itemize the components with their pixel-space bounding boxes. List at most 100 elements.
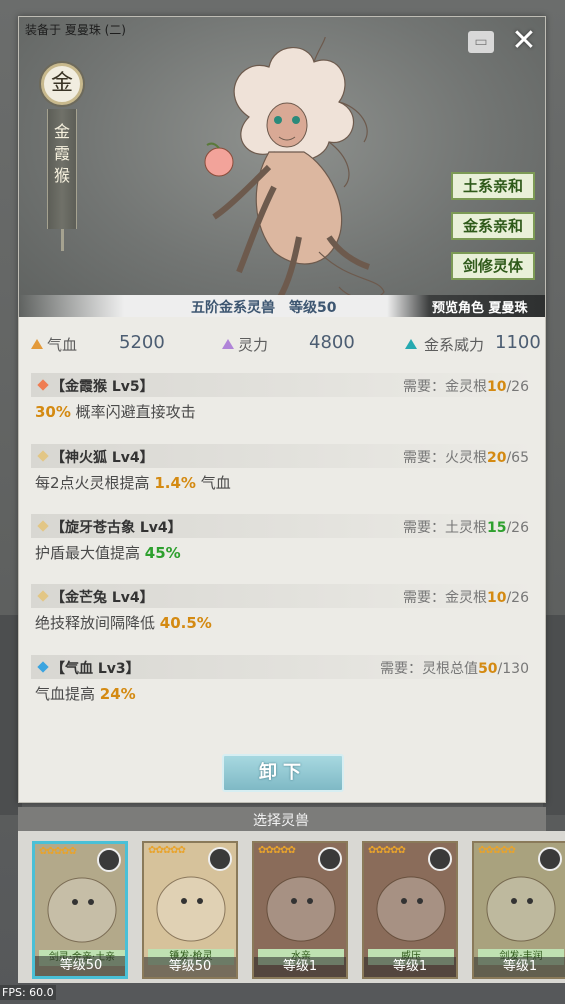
trait-diamond-icon (37, 379, 49, 391)
beast-card[interactable]: ✿✿✿✿✿威压等级1 (362, 841, 458, 979)
beast-portrait-icon (376, 876, 446, 942)
trait-requirement: 需要：灵根总值50/130 (380, 658, 529, 678)
metal-power-triangle-icon (405, 339, 417, 349)
trait-description: 绝技释放间隔降低 40.5% (35, 612, 212, 633)
trait-header: 【神火狐 Lv4】 需要：火灵根20/65 (31, 444, 535, 468)
trait-description: 每2点火灵根提高 1.4% 气血 (35, 472, 231, 493)
trait-name: 【神火狐 Lv4】 (51, 450, 154, 466)
trait-desc-text: 护盾最大值提高 (35, 544, 145, 562)
trait-diamond-icon (37, 450, 49, 462)
hp-triangle-icon (31, 339, 43, 349)
stat-label-spirit: 灵力 (238, 336, 269, 354)
select-beast-bar: 选择灵兽 (18, 807, 546, 831)
trait-desc-text: 绝技释放间隔降低 (35, 614, 160, 632)
trait-desc-value: 24% (99, 685, 136, 703)
trait-req-max: 26 (511, 520, 529, 536)
trait-req-current: 15 (486, 520, 507, 536)
stat-label-metal-power: 金系威力 (424, 336, 485, 354)
stat-value-hp: 5200 (119, 332, 165, 353)
trait-req-label: 需要： (402, 520, 445, 536)
trait-name: 【气血 Lv3】 (51, 661, 140, 677)
trait-diamond-icon (37, 590, 49, 602)
trait-header: 【金霞猴 Lv5】 需要：金灵根10/26 (31, 373, 535, 397)
trait-requirement: 需要：金灵根10/26 (403, 376, 529, 396)
star-rating-icon: ✿✿✿✿✿ (258, 845, 296, 856)
stat-value-metal-power: 1100 (495, 332, 541, 353)
star-rating-icon: ✿✿✿✿✿ (39, 846, 77, 857)
fps-counter: FPS: 60.0 (0, 985, 56, 1000)
trait-req-stat: 土灵根 (444, 520, 487, 536)
trait-req-current: 10 (486, 590, 507, 606)
trait-req-max: 26 (511, 590, 529, 606)
beast-portrait-icon (486, 876, 556, 942)
trait-requirement: 需要：金灵根10/26 (403, 587, 529, 607)
beast-portrait-icon (156, 876, 226, 942)
trait-req-current: 50 (478, 661, 498, 677)
affinity-metal-tag: 金系亲和 (451, 212, 535, 240)
trait-name: 【金霞猴 Lv5】 (51, 379, 154, 395)
trait-header: 【旋牙苍古象 Lv4】 需要：土灵根15/26 (31, 514, 535, 538)
trait-desc-text: 气血提高 (35, 685, 100, 703)
unequip-button[interactable]: 卸下 (222, 754, 344, 792)
beast-card[interactable]: ✿✿✿✿✿水亲等级1 (252, 841, 348, 979)
trait-requirement: 需要：土灵根15/26 (403, 517, 529, 537)
stats-row: 气血 5200 灵力 4800 金系威力 1100 (19, 327, 545, 363)
trait-desc-value: 1.4% (154, 474, 196, 492)
close-button[interactable]: ✕ (509, 25, 539, 57)
element-badge: 金 (41, 63, 83, 105)
star-rating-icon: ✿✿✿✿✿ (368, 845, 406, 856)
stat-label-hp: 气血 (47, 336, 78, 354)
beast-level: 等级1 (254, 957, 346, 977)
beast-detail-panel: 装备于 夏曼珠 (二) ▭ ✕ 金 金霞猴 土系亲和 金系亲和 剑修灵体 五阶金… (18, 16, 546, 803)
select-beast-title: 选择灵兽 (253, 813, 309, 829)
trait-req-current: 20 (486, 450, 507, 466)
trait-desc-value: 45% (144, 544, 181, 562)
trait-header: 【金芒兔 Lv4】 需要：金灵根10/26 (31, 584, 535, 608)
trait-req-max: 65 (511, 450, 529, 466)
star-rating-icon: ✿✿✿✿✿ (148, 845, 186, 856)
trait-desc-suffix: 概率闪避直接攻击 (70, 403, 196, 421)
spirit-triangle-icon (222, 339, 234, 349)
affinity-sword-tag: 剑修灵体 (451, 252, 535, 280)
trait-desc-text: 每2点火灵根提高 (35, 474, 155, 492)
beast-name-banner: 金霞猴 (47, 109, 77, 251)
beast-level: 等级1 (474, 957, 565, 977)
beast-card[interactable]: ✿✿✿✿✿锤发·枪灵等级50 (142, 841, 238, 979)
equipped-on-label: 装备于 夏曼珠 (二) (25, 23, 126, 37)
trait-description: 气血提高 24% (35, 683, 136, 704)
star-rating-icon: ✿✿✿✿✿ (478, 845, 516, 856)
affinity-earth-tag: 土系亲和 (451, 172, 535, 200)
beast-level: 等级1 (364, 957, 456, 977)
trait-req-max: 26 (511, 379, 529, 395)
beast-card[interactable]: ✿✿✿✿✿剑灵·金亲·土亲等级50 (32, 841, 128, 979)
trait-req-label: 需要： (380, 661, 423, 677)
trait-diamond-icon (37, 661, 49, 673)
trait-desc-value: 40.5% (159, 614, 212, 632)
trait-req-label: 需要： (402, 450, 445, 466)
trait-req-stat: 金灵根 (444, 379, 487, 395)
beast-portrait-icon (266, 876, 336, 942)
beast-portrait-icon (47, 877, 117, 943)
beast-level: 等级50 (144, 957, 236, 977)
beast-card[interactable]: ✿✿✿✿✿剑发·丰润等级1 (472, 841, 565, 979)
background-panel-right (543, 615, 565, 815)
trait-description: 30% 概率闪避直接攻击 (35, 401, 196, 422)
trait-req-stat: 金灵根 (444, 590, 487, 606)
preview-character: 预览角色 夏曼珠 (432, 301, 528, 316)
stat-value-spirit: 4800 (309, 332, 355, 353)
trait-req-label: 需要： (402, 590, 445, 606)
trait-description: 护盾最大值提高 45% (35, 542, 181, 563)
golden-monkey-illustration (204, 37, 385, 301)
trait-req-stat: 火灵根 (444, 450, 487, 466)
trait-desc-suffix: 气血 (195, 474, 231, 492)
beast-name: 金霞猴 (54, 122, 71, 185)
rank-bar: 五阶金系灵兽 等级50 预览角色 夏曼珠 (19, 295, 545, 317)
trait-req-current: 10 (486, 379, 507, 395)
trait-header: 【气血 Lv3】 需要：灵根总值50/130 (31, 655, 535, 679)
beast-level: 等级50 (35, 956, 125, 976)
trait-name: 【旋牙苍古象 Lv4】 (51, 520, 182, 536)
trait-requirement: 需要：火灵根20/65 (403, 447, 529, 467)
trait-desc-value: 30% (35, 403, 71, 421)
mail-icon[interactable]: ▭ (468, 31, 494, 53)
beast-portrait-area: 装备于 夏曼珠 (二) ▭ ✕ 金 金霞猴 土系亲和 金系亲和 剑修灵体 五阶金… (19, 17, 545, 317)
